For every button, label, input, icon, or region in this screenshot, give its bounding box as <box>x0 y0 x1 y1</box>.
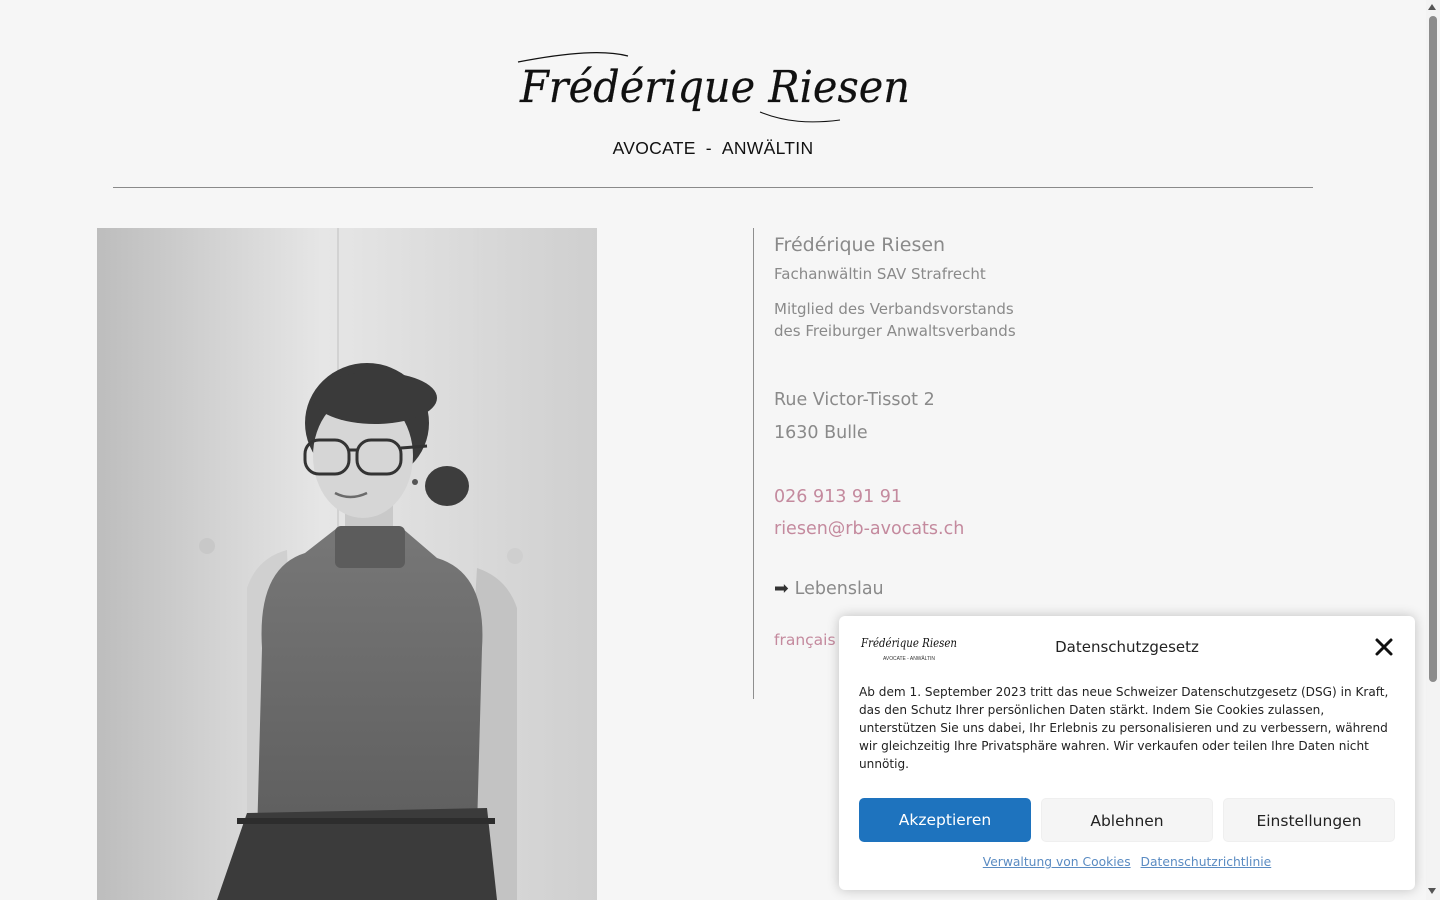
address-city: 1630 Bulle <box>774 423 868 443</box>
info-divider <box>753 228 754 699</box>
tagline-separator: - <box>705 138 712 158</box>
deny-cookies-button[interactable]: Ablehnen <box>1041 798 1213 842</box>
cookie-preferences-button[interactable]: Einstellungen <box>1223 798 1395 842</box>
cookie-banner-title: Datenschutzgesetz <box>1055 638 1199 656</box>
email-link[interactable]: riesen@rb-avocats.ch <box>774 519 964 539</box>
cookie-banner-text: Ab dem 1. September 2023 tritt das neue … <box>859 685 1389 771</box>
scrollbar-thumb[interactable] <box>1429 16 1437 682</box>
phone-link[interactable]: 026 913 91 91 <box>774 487 902 507</box>
privacy-policy-link[interactable]: Datenschutzrichtlinie <box>1141 855 1272 869</box>
tagline-avocate: AVOCATE <box>612 138 696 158</box>
arrow-right-icon: ➡ <box>774 579 789 599</box>
logo-text: Frédérique Riesen <box>519 62 910 113</box>
cookie-banner-links: Verwaltung von Cookies Datenschutzrichtl… <box>839 855 1415 869</box>
language-link-francais[interactable]: français <box>774 631 836 649</box>
cv-link[interactable]: ➡ Lebenslau <box>774 579 884 599</box>
profile-specialization: Fachanwältin SAV Strafrecht <box>774 265 986 283</box>
manage-cookies-link[interactable]: Verwaltung von Cookies <box>983 855 1131 869</box>
accept-cookies-button[interactable]: Akzeptieren <box>859 798 1031 842</box>
cv-label: Lebenslau <box>794 579 884 599</box>
portrait-photo <box>97 228 597 900</box>
profile-membership-line2: des Freiburger Anwaltsverbands <box>774 322 1016 340</box>
site-tagline: AVOCATE - ANWÄLTIN <box>0 138 1426 159</box>
profile-name: Frédérique Riesen <box>774 234 946 256</box>
site-logo[interactable]: Frédérique Riesen <box>510 40 920 130</box>
scroll-down-arrow-icon[interactable] <box>1428 888 1436 894</box>
header-divider <box>113 187 1313 188</box>
profile-membership-line1: Mitglied des Verbandsvorstands <box>774 300 1014 318</box>
site-header: Frédérique Riesen AVOCATE - ANWÄLTIN <box>0 0 1426 190</box>
scroll-up-arrow-icon[interactable] <box>1428 4 1436 10</box>
cookie-logo-tagline: AVOCATE - ANWÄLTIN <box>883 655 935 662</box>
cookie-consent-banner: Frédérique Riesen AVOCATE - ANWÄLTIN Dat… <box>839 616 1415 890</box>
address-street: Rue Victor-Tissot 2 <box>774 390 935 410</box>
close-icon[interactable] <box>1373 636 1395 658</box>
tagline-anwaltin: ANWÄLTIN <box>721 138 814 158</box>
